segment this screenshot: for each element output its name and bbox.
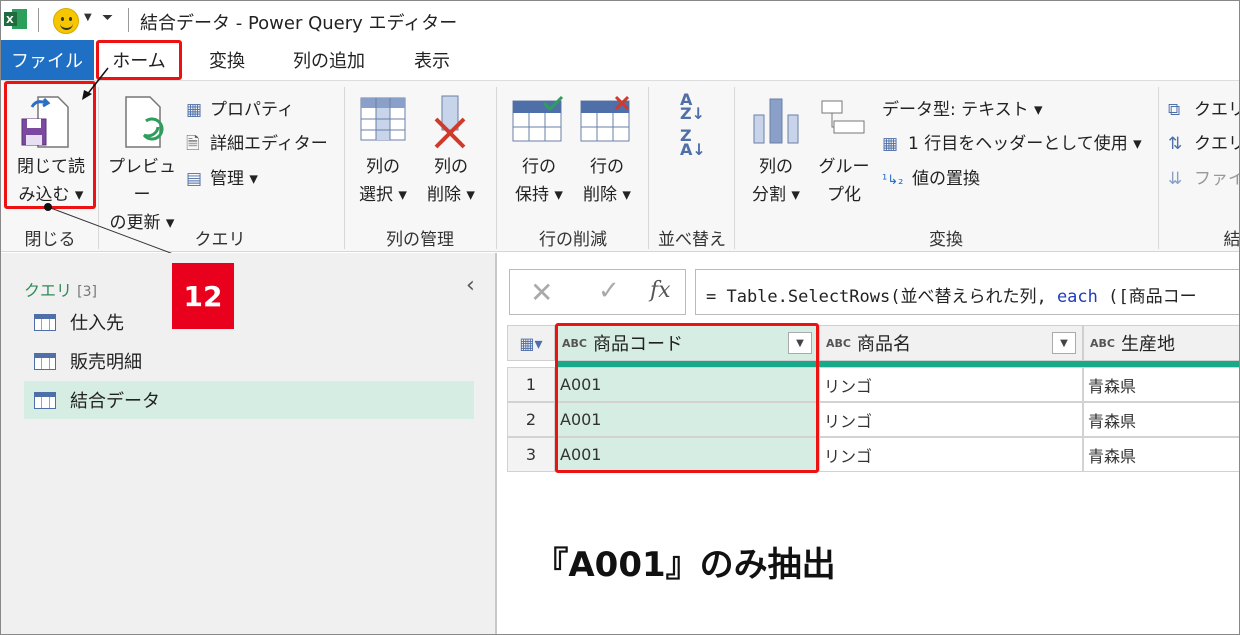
row-number[interactable]: 1 bbox=[507, 367, 555, 402]
table-cell[interactable]: リンゴ bbox=[819, 402, 1083, 437]
chevron-down-icon[interactable]: ▼ bbox=[1052, 332, 1076, 354]
table-cell[interactable]: 青森県 bbox=[1083, 402, 1240, 437]
formula-keyword: each bbox=[1056, 287, 1098, 307]
query-item-sales-details[interactable]: 販売明細 bbox=[24, 342, 474, 380]
row-number[interactable]: 3 bbox=[507, 437, 555, 472]
text-type-icon: ABC bbox=[1090, 336, 1115, 350]
formula-prefix: = Table.SelectRows(並べ替えられた列, bbox=[706, 287, 1057, 307]
collapse-pane-icon[interactable]: ‹ bbox=[466, 273, 475, 298]
cancel-formula-icon[interactable]: ✕ bbox=[530, 276, 553, 309]
table-options-button[interactable]: ▦▾ bbox=[507, 325, 555, 361]
column-header-origin[interactable]: ABC 生産地 bbox=[1083, 325, 1240, 361]
table-cell[interactable]: リンゴ bbox=[819, 437, 1083, 472]
column-header-label: 商品名 bbox=[856, 334, 911, 355]
table-icon bbox=[34, 353, 56, 370]
queries-count: [3] bbox=[77, 284, 97, 300]
query-item-label: 結合データ bbox=[70, 391, 160, 412]
function-icon[interactable]: fx bbox=[650, 278, 671, 303]
formula-suffix: ([商品コー bbox=[1097, 287, 1197, 307]
column-header-label: 生産地 bbox=[1120, 334, 1175, 355]
queries-pane-title: クエリ [3] bbox=[24, 277, 97, 301]
annotation-caption: 『A001』のみ抽出 bbox=[529, 534, 841, 588]
table-icon bbox=[34, 314, 56, 331]
queries-title-label: クエリ bbox=[24, 281, 73, 300]
table-cell[interactable]: リンゴ bbox=[819, 367, 1083, 402]
confirm-formula-icon[interactable]: ✓ bbox=[598, 276, 620, 306]
step-number-badge: 12 bbox=[172, 263, 234, 329]
formula-controls: ✕ ✓ fx bbox=[509, 269, 686, 315]
text-type-icon: ABC bbox=[826, 336, 851, 350]
column-header-product-name[interactable]: ABC 商品名 ▼ bbox=[819, 325, 1083, 361]
query-item-label: 仕入先 bbox=[70, 313, 124, 334]
table-cell[interactable]: 青森県 bbox=[1083, 367, 1240, 402]
queries-pane: クエリ [3] ‹ 仕入先 販売明細 結合データ bbox=[0, 253, 497, 635]
query-item-label: 販売明細 bbox=[70, 352, 142, 373]
row-number[interactable]: 2 bbox=[507, 402, 555, 437]
table-icon bbox=[34, 392, 56, 409]
highlight-filtered-column bbox=[555, 323, 819, 473]
formula-bar[interactable]: = Table.SelectRows(並べ替えられた列, each ([商品コー bbox=[695, 269, 1240, 315]
table-cell[interactable]: 青森県 bbox=[1083, 437, 1240, 472]
query-item-combined-data[interactable]: 結合データ bbox=[24, 381, 474, 419]
table-menu-icon: ▦▾ bbox=[519, 333, 543, 353]
query-item-suppliers[interactable]: 仕入先 bbox=[24, 303, 474, 341]
